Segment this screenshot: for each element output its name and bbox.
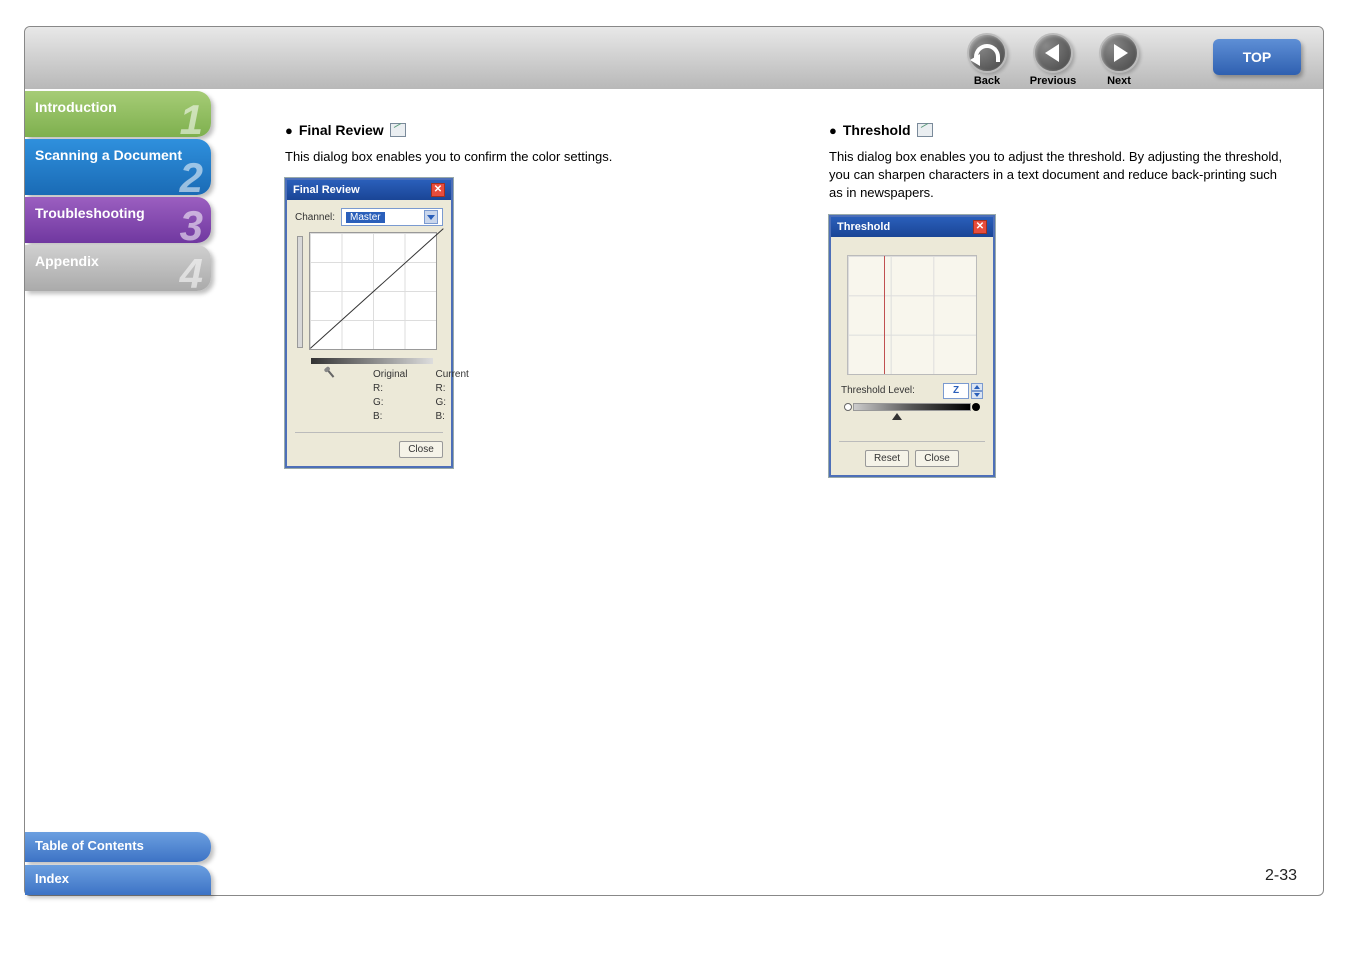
channel-label: Channel:: [295, 212, 335, 223]
gradient-strip: [311, 358, 433, 364]
nav-buttons: Back Previous Next: [963, 33, 1143, 87]
sidebar-item-appendix[interactable]: Appendix 4: [25, 245, 211, 291]
threshold-level-row: Threshold Level: Z: [841, 383, 983, 399]
previous-icon: [1033, 33, 1073, 73]
nav-previous-label: Previous: [1029, 75, 1077, 87]
nav-back-label: Back: [963, 75, 1011, 87]
nav-next-label: Next: [1095, 75, 1143, 87]
dialog-buttons: Close: [295, 432, 443, 458]
histogram-wrap: [295, 232, 443, 350]
side-slider[interactable]: [297, 236, 303, 348]
close-icon[interactable]: ✕: [973, 220, 987, 234]
sidebar-item-label: Introduction: [35, 99, 117, 115]
chevron-down-icon: [971, 391, 983, 399]
dialog-titlebar: Threshold ✕: [831, 217, 993, 237]
r-label: R:: [373, 382, 407, 396]
dialog-body: Threshold Level: Z: [831, 237, 993, 475]
histogram-graph: [309, 232, 437, 350]
threshold-icon: [917, 123, 933, 137]
main-content: ● Final Review This dialog box enables y…: [285, 122, 1293, 477]
b-label: B:: [435, 410, 468, 424]
r-label: R:: [435, 382, 468, 396]
bullet-icon: ●: [829, 123, 837, 138]
heading-final-review: ● Final Review: [285, 122, 749, 138]
top-bar: Back Previous Next TOP: [25, 27, 1323, 89]
index-link[interactable]: Index: [25, 865, 211, 895]
b-label: B:: [373, 410, 407, 424]
column-left: ● Final Review This dialog box enables y…: [285, 122, 749, 477]
sidebar-item-num: 1: [180, 99, 203, 141]
page-frame: Back Previous Next TOP Introduction 1 Sc…: [24, 26, 1324, 896]
dialog-titlebar: Final Review ✕: [287, 180, 451, 200]
slider-max-icon: [972, 403, 980, 411]
sidebar-item-num: 2: [180, 157, 203, 199]
slider-handle-icon: [892, 413, 902, 420]
rgb-readout: Original R: G: B: Current R: G: B:: [325, 368, 443, 424]
threshold-level-label: Threshold Level:: [841, 385, 915, 396]
nav-back[interactable]: Back: [963, 33, 1011, 87]
nav-previous[interactable]: Previous: [1029, 33, 1077, 87]
heading-text: Final Review: [299, 122, 384, 138]
close-button[interactable]: Close: [399, 441, 443, 458]
page-number: 2-33: [1265, 867, 1297, 885]
g-label: G:: [435, 396, 468, 410]
slider-min-icon: [844, 403, 852, 411]
dialog-title-text: Final Review: [293, 184, 360, 196]
close-icon[interactable]: ✕: [431, 183, 445, 197]
sidebar-item-introduction[interactable]: Introduction 1: [25, 91, 211, 137]
top-button[interactable]: TOP: [1213, 39, 1301, 75]
nav-next[interactable]: Next: [1095, 33, 1143, 87]
sidebar: Introduction 1 Scanning a Document 2 Tro…: [25, 89, 225, 293]
heading-threshold: ● Threshold: [829, 122, 1293, 138]
channel-value: Master: [346, 212, 385, 223]
col-header-current: Current: [435, 368, 468, 382]
threshold-dialog: Threshold ✕ Threshold Level: Z: [829, 215, 995, 477]
reset-button[interactable]: Reset: [865, 450, 909, 467]
sidebar-item-troubleshooting[interactable]: Troubleshooting 3: [25, 197, 211, 243]
threshold-line: [884, 256, 885, 374]
sidebar-item-num: 3: [180, 205, 203, 247]
dialog-body: Channel: Master: [287, 200, 451, 466]
body-final-review: This dialog box enables you to confirm t…: [285, 148, 749, 166]
column-right: ● Threshold This dialog box enables you …: [829, 122, 1293, 477]
sidebar-item-scanning[interactable]: Scanning a Document 2: [25, 139, 211, 195]
body-threshold: This dialog box enables you to adjust th…: [829, 148, 1293, 203]
dialog-title-text: Threshold: [837, 221, 890, 233]
sidebar-item-num: 4: [180, 253, 203, 295]
threshold-level-input[interactable]: Z: [943, 383, 969, 399]
back-icon: [967, 33, 1007, 73]
curve-line: [310, 228, 444, 348]
table-of-contents-link[interactable]: Table of Contents: [25, 832, 211, 862]
bullet-icon: ●: [285, 123, 293, 138]
close-button[interactable]: Close: [915, 450, 959, 467]
channel-select[interactable]: Master: [341, 208, 443, 226]
dialog-buttons: Reset Close: [839, 441, 985, 467]
threshold-graph: [847, 255, 977, 375]
final-review-dialog: Final Review ✕ Channel: Master: [285, 178, 453, 468]
g-label: G:: [373, 396, 407, 410]
bottom-links: Table of Contents Index: [25, 829, 225, 895]
sidebar-item-label: Appendix: [35, 253, 99, 269]
threshold-spinner[interactable]: [971, 383, 983, 399]
chevron-up-icon: [971, 383, 983, 391]
next-icon: [1099, 33, 1139, 73]
col-header-original: Original: [373, 368, 407, 382]
heading-text: Threshold: [843, 122, 911, 138]
sidebar-item-label: Scanning a Document: [35, 147, 182, 163]
threshold-slider[interactable]: [853, 403, 971, 411]
histogram-icon: [390, 123, 406, 137]
chevron-down-icon: [424, 210, 438, 224]
sidebar-item-label: Troubleshooting: [35, 205, 145, 221]
channel-row: Channel: Master: [295, 208, 443, 226]
eyedropper-icon[interactable]: [323, 366, 340, 383]
